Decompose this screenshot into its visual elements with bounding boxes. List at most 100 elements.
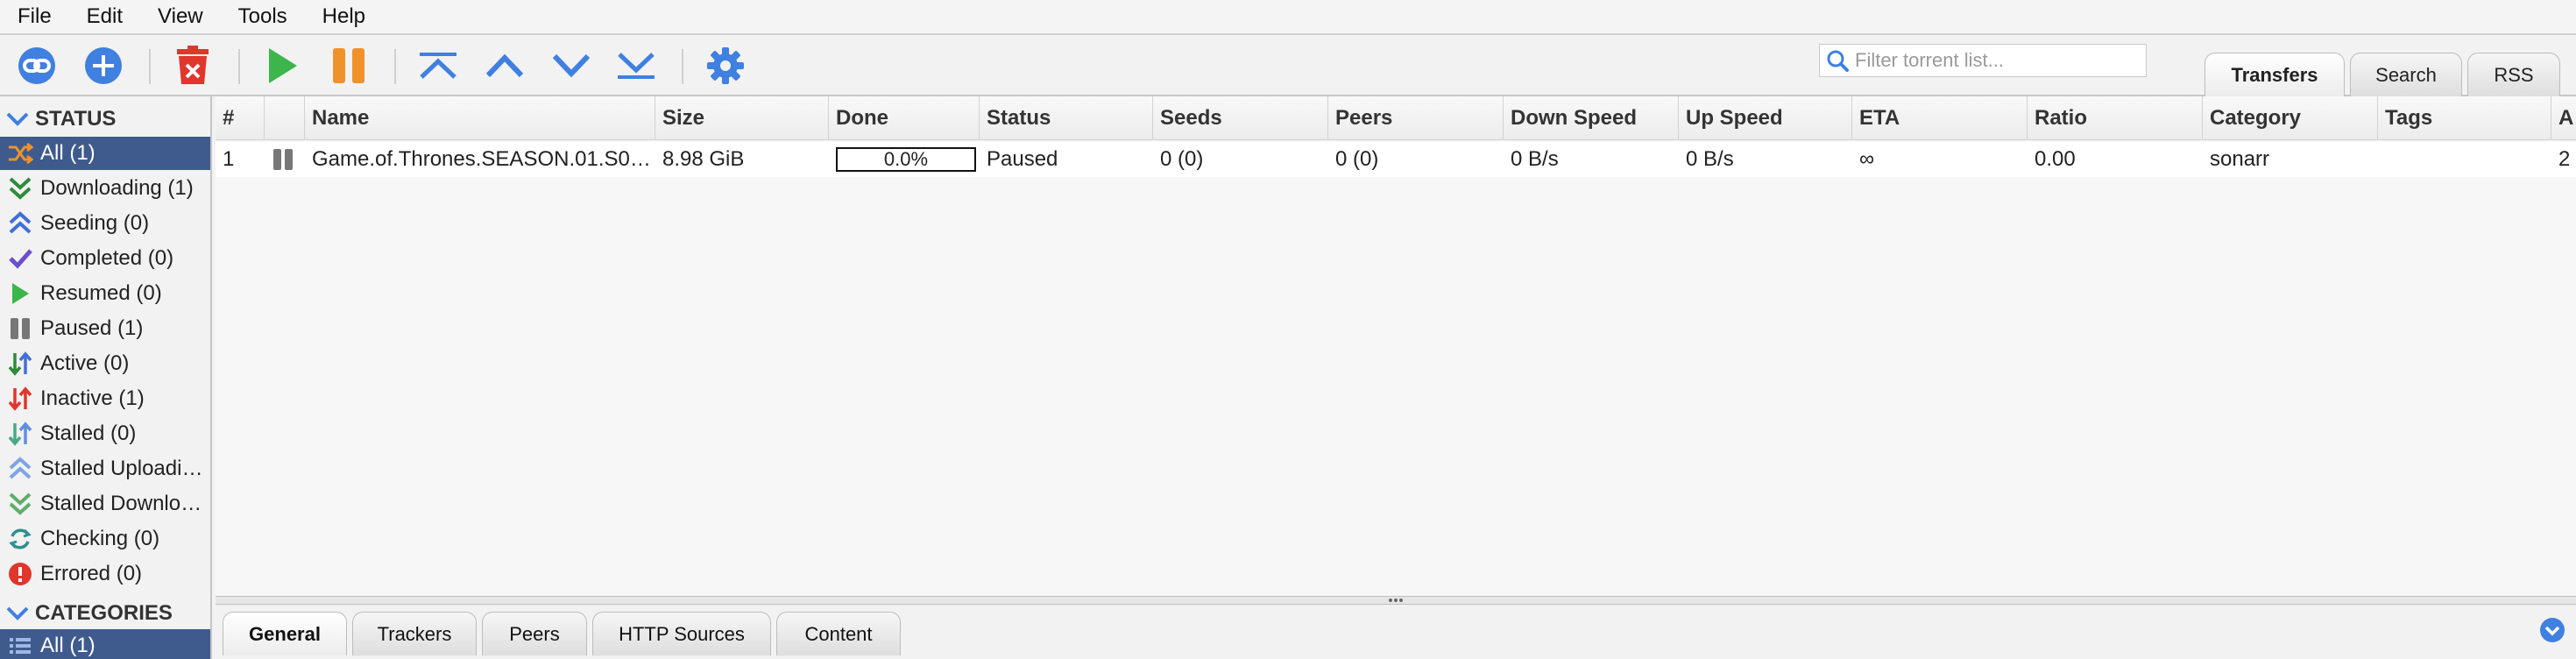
move-up-icon bbox=[485, 53, 524, 78]
column-header-done[interactable]: Done bbox=[829, 96, 980, 140]
sidebar-item-stalled-uploading[interactable]: Stalled Uploadi… bbox=[0, 452, 210, 485]
sidebar-item-all[interactable]: All (1) bbox=[0, 137, 210, 170]
move-up-button[interactable] bbox=[480, 42, 529, 89]
menu-view[interactable]: View bbox=[140, 0, 221, 34]
category-item-all[interactable]: All (1) bbox=[0, 629, 210, 659]
sidebar-item-active[interactable]: Active (0) bbox=[0, 347, 210, 380]
tab-content[interactable]: Content bbox=[776, 612, 901, 655]
tab-peers[interactable]: Peers bbox=[482, 612, 587, 655]
sidebar-item-resumed[interactable]: Resumed (0) bbox=[0, 277, 210, 310]
cell-name: Game.of.Thrones.SEASON.01.S0… bbox=[305, 142, 655, 177]
tab-transfers[interactable]: Transfers bbox=[2204, 53, 2345, 96]
sidebar-item-label: Paused (1) bbox=[40, 316, 144, 340]
torrent-table: # Name Size Done Status Seeds Peers Down… bbox=[216, 96, 2576, 596]
toolbar-separator bbox=[149, 49, 151, 84]
sidebar-item-inactive[interactable]: Inactive (1) bbox=[0, 382, 210, 415]
column-header-seeds[interactable]: Seeds bbox=[1153, 96, 1328, 140]
tab-rss[interactable]: RSS bbox=[2467, 53, 2560, 96]
cell-size: 8.98 GiB bbox=[662, 147, 745, 171]
add-torrent-button[interactable] bbox=[79, 42, 128, 89]
cell-tags bbox=[2378, 142, 2551, 177]
table-row[interactable]: 1 Game.of.Thrones.SEASON.01.S0… 8.98 GiB… bbox=[216, 142, 2576, 177]
completed-check-icon bbox=[0, 242, 40, 275]
sidebar-item-label: Stalled Downlo… bbox=[40, 492, 202, 515]
column-header-number[interactable]: # bbox=[216, 96, 265, 140]
sidebar-item-stalled-downloading[interactable]: Stalled Downlo… bbox=[0, 487, 210, 521]
options-button[interactable] bbox=[701, 42, 750, 89]
sidebar-item-label: Stalled (0) bbox=[40, 422, 137, 445]
sidebar-item-label: Downloading (1) bbox=[40, 176, 194, 200]
cell-extra: 2 bbox=[2558, 147, 2571, 171]
sidebar-item-completed[interactable]: Completed (0) bbox=[0, 242, 210, 275]
sidebar-item-label: Errored (0) bbox=[40, 562, 143, 585]
column-header-category[interactable]: Category bbox=[2203, 96, 2378, 140]
tab-general[interactable]: General bbox=[223, 612, 347, 655]
column-header-state[interactable] bbox=[265, 96, 305, 140]
column-header-ratio[interactable]: Ratio bbox=[2028, 96, 2203, 140]
sidebar-item-label: Checking (0) bbox=[40, 527, 160, 550]
sidebar-item-label: Seeding (0) bbox=[40, 211, 150, 235]
menu-edit[interactable]: Edit bbox=[69, 0, 140, 34]
resume-button[interactable] bbox=[258, 42, 307, 89]
properties-tabs: General Trackers Peers HTTP Sources Cont… bbox=[216, 605, 2576, 659]
search-icon bbox=[1820, 49, 1855, 72]
move-top-button[interactable] bbox=[414, 42, 463, 89]
toolbar-separator bbox=[394, 49, 396, 84]
cell-number: 1 bbox=[223, 147, 235, 171]
sidebar-item-seeding[interactable]: Seeding (0) bbox=[0, 207, 210, 240]
column-header-up-speed[interactable]: Up Speed bbox=[1679, 96, 1852, 140]
sidebar-item-label: Completed (0) bbox=[40, 246, 174, 270]
add-link-button[interactable] bbox=[12, 42, 61, 89]
collapse-panel-icon[interactable] bbox=[2539, 617, 2565, 643]
cell-up-speed: 0 B/s bbox=[1686, 147, 1734, 171]
cell-category: sonarr bbox=[2210, 147, 2270, 171]
categories-header-label: CATEGORIES bbox=[35, 601, 173, 625]
move-top-icon bbox=[420, 53, 456, 79]
pause-icon bbox=[333, 48, 364, 83]
checking-refresh-icon bbox=[0, 522, 40, 556]
add-torrent-icon bbox=[85, 47, 122, 84]
tab-http-sources[interactable]: HTTP Sources bbox=[592, 612, 771, 655]
move-bottom-icon bbox=[618, 53, 655, 79]
resumed-play-icon bbox=[0, 277, 40, 310]
sidebar-item-label: Stalled Uploadi… bbox=[40, 457, 203, 480]
sidebar-item-stalled[interactable]: Stalled (0) bbox=[0, 417, 210, 450]
sidebar: STATUS All (1) Downloading (1) Seeding (… bbox=[0, 96, 212, 659]
column-header-extra[interactable]: A bbox=[2551, 96, 2576, 140]
column-header-name[interactable]: Name bbox=[305, 96, 655, 140]
pause-button[interactable] bbox=[324, 42, 373, 89]
stalled-arrows-icon bbox=[0, 417, 40, 450]
sidebar-item-label: Resumed (0) bbox=[40, 281, 162, 305]
filter-torrent-input[interactable] bbox=[1855, 49, 2135, 72]
cell-state bbox=[265, 142, 305, 177]
move-down-button[interactable] bbox=[547, 42, 596, 89]
cell-eta: ∞ bbox=[1859, 147, 1875, 171]
sidebar-item-downloading[interactable]: Downloading (1) bbox=[0, 172, 210, 205]
panel-splitter[interactable] bbox=[216, 596, 2576, 605]
column-header-tags[interactable]: Tags bbox=[2378, 96, 2551, 140]
sidebar-item-checking[interactable]: Checking (0) bbox=[0, 522, 210, 556]
tab-trackers[interactable]: Trackers bbox=[352, 612, 477, 655]
inactive-arrows-icon bbox=[0, 382, 40, 415]
move-bottom-button[interactable] bbox=[612, 42, 661, 89]
cell-done: 0.0% bbox=[829, 142, 980, 177]
chevron-down-icon bbox=[0, 111, 35, 127]
menu-file[interactable]: File bbox=[0, 0, 69, 34]
resume-icon bbox=[269, 48, 297, 83]
tab-search[interactable]: Search bbox=[2350, 53, 2462, 96]
toolbar-separator bbox=[682, 49, 683, 84]
status-header[interactable]: STATUS bbox=[0, 103, 210, 135]
categories-header[interactable]: CATEGORIES bbox=[0, 598, 210, 629]
cell-ratio: 0.00 bbox=[2035, 147, 2076, 171]
delete-button[interactable] bbox=[168, 42, 217, 89]
menu-help[interactable]: Help bbox=[305, 0, 383, 34]
column-header-down-speed[interactable]: Down Speed bbox=[1504, 96, 1679, 140]
sidebar-item-paused[interactable]: Paused (1) bbox=[0, 312, 210, 345]
cell-seeds: 0 (0) bbox=[1160, 147, 1204, 171]
menu-tools[interactable]: Tools bbox=[221, 0, 305, 34]
column-header-size[interactable]: Size bbox=[655, 96, 829, 140]
column-header-eta[interactable]: ETA bbox=[1852, 96, 2028, 140]
column-header-peers[interactable]: Peers bbox=[1328, 96, 1504, 140]
column-header-status[interactable]: Status bbox=[980, 96, 1153, 140]
sidebar-item-errored[interactable]: Errored (0) bbox=[0, 557, 210, 591]
